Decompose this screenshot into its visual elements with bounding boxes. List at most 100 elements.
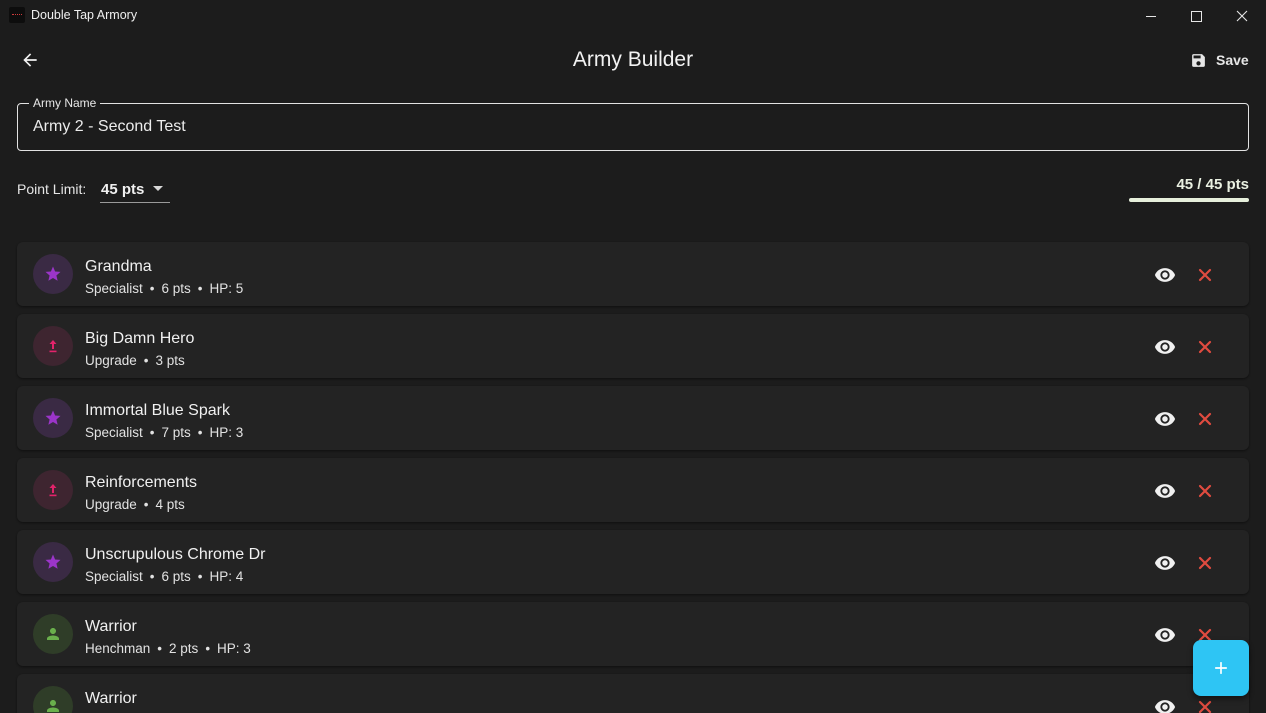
unit-meta: Specialist • 6 pts • HP: 4 (85, 569, 243, 584)
unit-list: Grandma Specialist • 6 pts • HP: 5 Big Damn He… (17, 242, 1249, 713)
unit-name: Reinforcements (85, 474, 198, 491)
points-progress-fill (1129, 198, 1249, 202)
unit-card[interactable]: Big Damn Hero Upgrade • 3 pts (17, 314, 1249, 378)
eye-icon (1154, 700, 1176, 713)
minimize-icon (1145, 15, 1156, 17)
unit-meta: Upgrade • 3 pts (85, 353, 185, 368)
save-button[interactable]: Save (1190, 48, 1249, 72)
unit-avatar (33, 326, 73, 366)
point-limit-dropdown[interactable]: 45 pts (100, 178, 170, 203)
unit-name: Warrior (85, 690, 137, 707)
eye-icon (1154, 484, 1176, 498)
unit-card[interactable]: Warrior Henchman • 2 pts • HP: 3 (17, 602, 1249, 666)
army-name-field[interactable]: Army Name Army 2 - Second Test (17, 96, 1249, 151)
eye-icon (1154, 628, 1176, 642)
separator-dot: • (149, 569, 155, 584)
separator-dot: • (157, 641, 163, 656)
unit-type: Upgrade (85, 353, 137, 368)
unit-meta: Specialist • 7 pts • HP: 3 (85, 425, 243, 440)
unit-points: 6 pts (161, 281, 191, 296)
view-unit-button[interactable] (1153, 335, 1177, 359)
unit-card[interactable]: Reinforcements Upgrade • 4 pts (17, 458, 1249, 522)
person-icon (44, 697, 62, 713)
separator-dot: • (197, 281, 203, 296)
star-icon (44, 265, 62, 283)
star-icon (44, 409, 62, 427)
points-summary: 45 / 45 pts (1176, 176, 1249, 193)
army-name-label: Army Name (29, 96, 101, 110)
unit-card[interactable]: Unscrupulous Chrome Dr Specialist • 6 pts • H… (17, 530, 1249, 594)
army-name-input[interactable]: Army 2 - Second Test (33, 118, 186, 136)
unit-points: 6 pts (161, 569, 191, 584)
save-icon (1192, 53, 1205, 67)
unit-card[interactable]: Immortal Blue Spark Specialist • 7 pts • HP: … (17, 386, 1249, 450)
unit-points: 7 pts (161, 425, 191, 440)
unit-hp: HP: 3 (209, 425, 244, 440)
unit-name: Warrior (85, 618, 137, 635)
unit-type: Upgrade (85, 497, 137, 512)
close-icon (1198, 340, 1212, 354)
maximize-button[interactable] (1173, 0, 1219, 32)
add-unit-button[interactable] (1193, 640, 1249, 696)
remove-unit-button[interactable] (1193, 695, 1217, 713)
remove-unit-button[interactable] (1193, 407, 1217, 431)
remove-unit-button[interactable] (1193, 551, 1217, 575)
close-icon (1198, 700, 1212, 713)
separator-dot: • (149, 425, 155, 440)
view-unit-button[interactable] (1153, 623, 1177, 647)
view-unit-button[interactable] (1153, 479, 1177, 503)
separator-dot: • (149, 281, 155, 296)
remove-unit-button[interactable] (1193, 335, 1217, 359)
separator-dot: • (205, 641, 211, 656)
unit-points: 3 pts (155, 353, 185, 368)
unit-hp: HP: 4 (209, 569, 244, 584)
unit-avatar (33, 686, 73, 713)
eye-icon (1154, 412, 1176, 426)
unit-name: Unscrupulous Chrome Dr (85, 546, 266, 563)
unit-avatar (33, 254, 73, 294)
unit-name: Immortal Blue Spark (85, 402, 230, 419)
unit-hp: HP: 5 (209, 281, 244, 296)
unit-type: Specialist (85, 281, 143, 296)
separator-dot: • (143, 497, 149, 512)
unit-avatar (33, 398, 73, 438)
eye-icon (1154, 556, 1176, 570)
unit-type: Specialist (85, 425, 143, 440)
person-icon (44, 625, 62, 643)
plus-icon (1215, 662, 1227, 674)
upgrade-arrow-icon (46, 338, 60, 354)
unit-meta: Henchman • 2 pts • HP: 3 (85, 641, 251, 656)
unit-meta: Specialist • 6 pts • HP: 5 (85, 281, 243, 296)
unit-name: Big Damn Hero (85, 330, 195, 347)
upgrade-arrow-icon (46, 482, 60, 498)
unit-hp: HP: 3 (217, 641, 251, 656)
maximize-icon (1190, 10, 1202, 22)
unit-avatar (33, 542, 73, 582)
save-label: Save (1216, 52, 1249, 68)
window-title: Double Tap Armory (31, 8, 138, 22)
unit-points: 4 pts (155, 497, 185, 512)
remove-unit-button[interactable] (1193, 263, 1217, 287)
eye-icon (1154, 268, 1176, 282)
unit-card[interactable]: Warrior (17, 674, 1249, 713)
close-window-button[interactable] (1219, 0, 1265, 32)
close-icon (1198, 484, 1212, 498)
unit-name: Grandma (85, 258, 152, 275)
unit-type: Henchman (85, 641, 151, 656)
separator-dot: • (197, 425, 203, 440)
view-unit-button[interactable] (1153, 551, 1177, 575)
close-icon (1198, 556, 1212, 570)
remove-unit-button[interactable] (1193, 479, 1217, 503)
unit-card[interactable]: Grandma Specialist • 6 pts • HP: 5 (17, 242, 1249, 306)
unit-avatar (33, 470, 73, 510)
minimize-button[interactable] (1128, 0, 1174, 32)
view-unit-button[interactable] (1153, 263, 1177, 287)
app-logo-icon (9, 7, 25, 23)
point-limit-value: 45 pts (101, 181, 145, 198)
view-unit-button[interactable] (1153, 407, 1177, 431)
close-icon (1198, 412, 1212, 426)
star-icon (44, 553, 62, 571)
app-window: Double Tap Armory Army Builder Save Army… (0, 0, 1266, 713)
view-unit-button[interactable] (1153, 695, 1177, 713)
title-bar: Double Tap Armory (0, 0, 1266, 32)
